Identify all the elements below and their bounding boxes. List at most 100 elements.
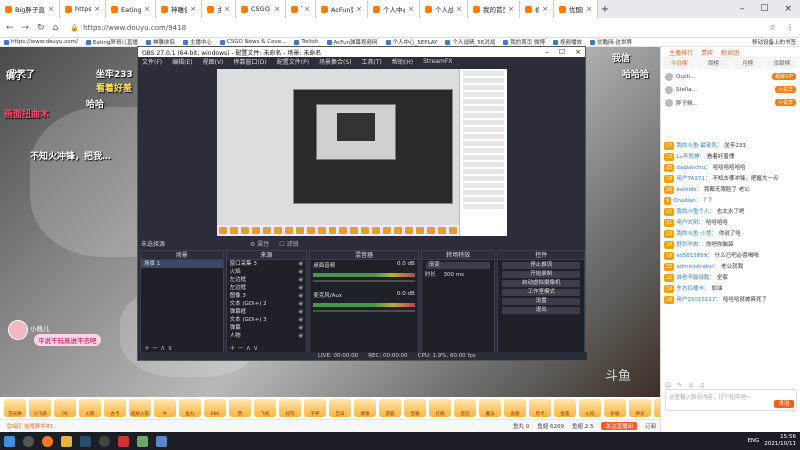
source-item[interactable]: 图像 3 ◉ bbox=[227, 292, 307, 300]
source-item[interactable]: 人物 ◉ bbox=[227, 332, 307, 340]
source-item[interactable]: 文本 (GDI+) 2 ◉ bbox=[227, 300, 307, 308]
gift-item[interactable]: 鱼雷 bbox=[554, 399, 576, 417]
maximize-icon[interactable]: ☐ bbox=[760, 4, 768, 14]
gift-item[interactable]: 办卡 bbox=[104, 399, 126, 417]
chat-message[interactable]: 18 用户1501S127： 哈哈哈就被爽死了 bbox=[664, 296, 798, 304]
source-item[interactable]: 左边框 ◉ bbox=[227, 284, 307, 292]
browser-tab[interactable]: Big胖子直播_CS:GO直播_斗鱼× bbox=[0, 0, 60, 18]
star-icon[interactable]: ☆ bbox=[769, 23, 776, 32]
rank-row[interactable]: Stella… 小贵宾 bbox=[661, 83, 800, 96]
chat-username[interactable]: 用户1501S127： bbox=[676, 297, 721, 303]
room-info[interactable]: 【2级】在吃胖牛81 bbox=[4, 422, 53, 430]
gift-item[interactable]: 荧光棒 bbox=[4, 399, 26, 417]
visibility-icon[interactable]: ◉ bbox=[298, 332, 303, 340]
follow-button[interactable]: 关注直播间 bbox=[601, 422, 637, 430]
gift-item[interactable]: 谢谢 bbox=[354, 399, 376, 417]
scene-item[interactable]: 场景 1 bbox=[141, 260, 223, 268]
send-button[interactable]: 发送 bbox=[774, 400, 794, 408]
source-item[interactable]: 窗口采集 3 ◉ bbox=[227, 260, 307, 268]
browser-tab[interactable]: https://www.douyu.com/× bbox=[60, 0, 106, 18]
chat-message[interactable]: 20 daqianchu： 哈哈哈哈哈哈 bbox=[664, 164, 798, 172]
tab-close-icon[interactable]: × bbox=[456, 5, 462, 13]
obs-menu-item[interactable]: 停靠窗口(D) bbox=[233, 57, 266, 66]
chat-message[interactable]: 21 用户大树： 哈哈哈哈 bbox=[664, 219, 798, 227]
rank-subtab[interactable]: 贡献榜 bbox=[765, 59, 798, 69]
gift-item[interactable]: 好玩 bbox=[279, 399, 301, 417]
chat-username[interactable]: 我的斗鱼-小慧： bbox=[676, 231, 717, 237]
chat-username[interactable]: daqianchu： bbox=[676, 165, 710, 171]
visibility-icon[interactable]: ◉ bbox=[298, 268, 303, 276]
gift-item[interactable]: 鱼丸 bbox=[179, 399, 201, 417]
control-button[interactable]: 停止推流 bbox=[502, 262, 580, 269]
transition-duration[interactable]: 时长 300 ms bbox=[422, 271, 495, 279]
rank-row[interactable]: 胖子鲱… 小贵宾 bbox=[661, 96, 800, 109]
filters-button[interactable]: ☐ 滤镜 bbox=[279, 239, 298, 248]
control-button[interactable]: 启动虚拟摄像机 bbox=[502, 280, 580, 287]
chat-username[interactable]: 我的斗鱼个人： bbox=[676, 209, 715, 215]
gift-item[interactable]: 游艇 bbox=[379, 399, 401, 417]
subscribe-button[interactable]: 订阅 bbox=[645, 422, 656, 430]
app-icon[interactable] bbox=[137, 435, 148, 447]
chat-username[interactable]: 谁也不能战胜： bbox=[676, 275, 715, 281]
volume-slider[interactable] bbox=[313, 310, 415, 312]
folder-icon[interactable] bbox=[61, 435, 72, 447]
chat-message[interactable]: 19 东方红楼卡： 加油 bbox=[664, 285, 798, 293]
rank-subtab[interactable]: 周榜 bbox=[697, 59, 730, 69]
bookmark-item[interactable]: 个人中心_5EPLAY bbox=[385, 38, 437, 46]
menu-icon[interactable]: ⋮ bbox=[786, 23, 794, 32]
bookmark-item[interactable]: 个人战绩_5E对战 bbox=[445, 38, 495, 46]
obs-menu-item[interactable]: 文件(F) bbox=[142, 57, 162, 66]
browser-tab[interactable]: Eating胖哥儿直播_CS:GO× bbox=[106, 0, 156, 18]
back-button[interactable]: ← bbox=[6, 23, 14, 33]
obs-menu-item[interactable]: 视图(V) bbox=[203, 57, 224, 66]
gift-item[interactable]: 皇冠 bbox=[454, 399, 476, 417]
rank-row[interactable]: Qucli… 超级VIP bbox=[661, 70, 800, 83]
chat-username[interactable]: Onsdian： bbox=[673, 198, 701, 204]
tab-close-icon[interactable]: × bbox=[586, 5, 592, 13]
tab-close-icon[interactable]: × bbox=[508, 5, 514, 13]
gift-item[interactable]: 666 bbox=[204, 399, 226, 417]
new-tab-icon[interactable]: + bbox=[598, 4, 612, 15]
reload-button[interactable]: ↻ bbox=[37, 23, 45, 33]
gift-item[interactable]: 月卡 bbox=[529, 399, 551, 417]
gift-item[interactable]: 魔法 bbox=[479, 399, 501, 417]
tab-close-icon[interactable]: × bbox=[356, 5, 362, 13]
bookmark-item[interactable]: Eating胖哥儿直播 bbox=[85, 38, 138, 46]
gift-item[interactable]: 灯牌 bbox=[429, 399, 451, 417]
search-icon[interactable] bbox=[23, 435, 34, 447]
gift-item[interactable]: PK bbox=[54, 399, 76, 417]
bookmark-item[interactable]: 我的首页 微博 bbox=[503, 38, 545, 46]
rank-tab[interactable]: 粉丝团 bbox=[721, 48, 739, 57]
control-button[interactable]: 工作室模式 bbox=[502, 289, 580, 296]
visibility-icon[interactable]: ◉ bbox=[298, 260, 303, 268]
browser-tab[interactable]: 视频播放× bbox=[520, 0, 554, 18]
target-icon[interactable]: ◎ bbox=[688, 382, 693, 389]
tab-close-icon[interactable]: × bbox=[94, 5, 100, 13]
tab-close-icon[interactable]: × bbox=[304, 5, 310, 13]
home-button[interactable]: ⌂ bbox=[53, 23, 59, 33]
tab-close-icon[interactable]: × bbox=[274, 5, 280, 13]
chat-username[interactable]: 用户大树： bbox=[676, 220, 704, 226]
chat-username[interactable]: 用户76371： bbox=[676, 176, 710, 182]
obs-preview[interactable] bbox=[217, 69, 507, 236]
close-icon[interactable]: × bbox=[575, 48, 581, 56]
bookmark-item[interactable]: 神雕侠侣 bbox=[145, 38, 175, 46]
music-icon[interactable]: ♫ bbox=[700, 382, 705, 389]
chat-message[interactable]: 12 谁也不能战胜： 全家 bbox=[664, 274, 798, 282]
clock[interactable]: 15:56 2021/10/11 bbox=[764, 434, 796, 448]
browser-tab[interactable]: 主播中心× bbox=[202, 0, 236, 18]
visibility-icon[interactable]: ◉ bbox=[298, 324, 303, 332]
chat-message[interactable]: 15 我的斗鱼-小慧： 你说了哈 bbox=[664, 230, 798, 238]
tab-close-icon[interactable]: × bbox=[190, 5, 196, 13]
browser-tab[interactable]: 我的首页 微博-随时随地发现× bbox=[468, 0, 520, 18]
language-indicator[interactable]: ENG bbox=[747, 438, 759, 444]
source-item[interactable]: 文本 (GDI+) 3 ◉ bbox=[227, 316, 307, 324]
chat-message[interactable]: 19 Lu不死神： 看着好羞愧 bbox=[664, 153, 798, 161]
bookmark-item[interactable]: https://www.douyu.com/ bbox=[4, 39, 78, 45]
visibility-icon[interactable]: ◉ bbox=[298, 300, 303, 308]
bookmark-item[interactable]: 主播中心 bbox=[182, 38, 212, 46]
url-field[interactable]: 🔒 https://www.douyu.com/9418 bbox=[66, 21, 760, 35]
gift-item[interactable]: 告白 bbox=[329, 399, 351, 417]
source-item[interactable]: 弹幕 ◉ bbox=[227, 324, 307, 332]
gift-item[interactable]: 超级火箭 bbox=[129, 399, 151, 417]
